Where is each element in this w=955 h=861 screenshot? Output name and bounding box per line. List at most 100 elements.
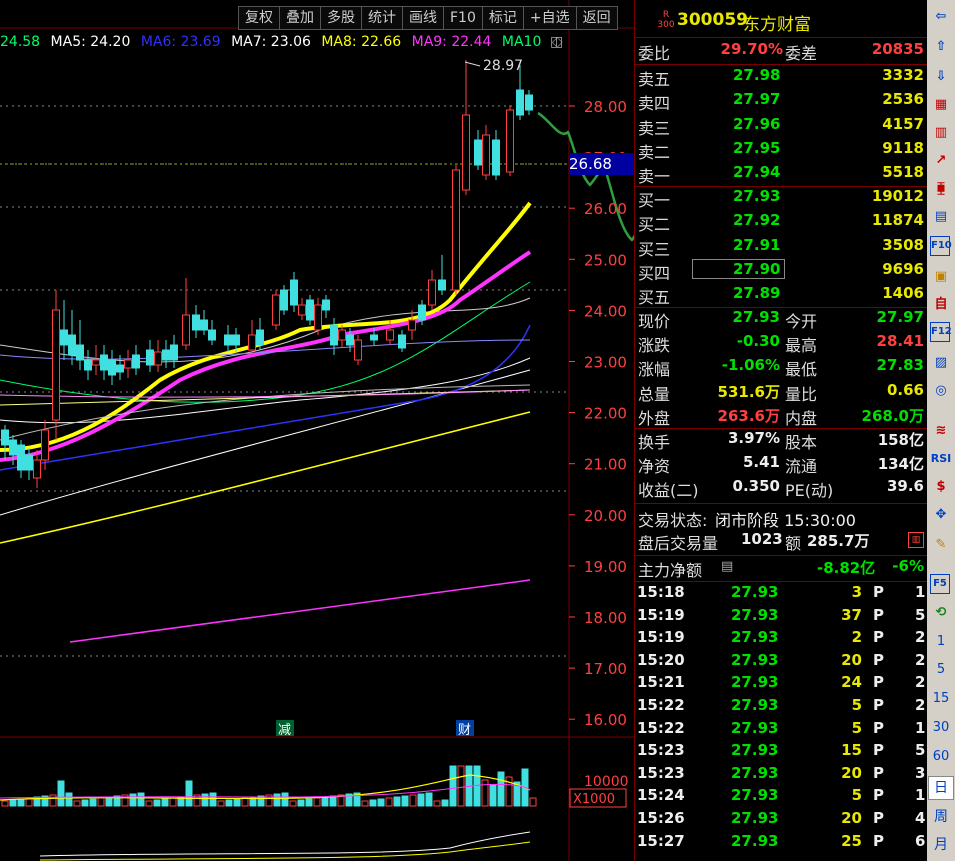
kline-icon[interactable]: ⧯ — [930, 178, 952, 200]
ask-price: 27.95 — [733, 138, 781, 157]
tick-volume: 25 — [841, 831, 862, 850]
tick-flag: P — [873, 605, 884, 624]
f10-icon[interactable]: F10 — [930, 236, 952, 256]
quote-row: 现价 27.93 今开 27.97 — [635, 308, 928, 332]
chart-toolbar: 复权 叠加 多股 统计 画线 F10 标记 +自选 返回 — [238, 6, 618, 30]
refresh-icon[interactable]: ◎ — [930, 380, 952, 402]
bid-row[interactable]: 买五 27.89 1406 — [635, 284, 928, 308]
tick-price: 27.93 — [731, 786, 779, 805]
overlay-button[interactable]: 叠加 — [279, 6, 320, 30]
ask-row[interactable]: 卖三 27.96 4157 — [635, 115, 928, 139]
quote-row: 涨幅 -1.06% 最低 27.83 — [635, 356, 928, 380]
add-watchlist-button[interactable]: +自选 — [522, 6, 576, 30]
volume-bar — [297, 799, 305, 807]
tick-time: 15:21 — [637, 673, 685, 692]
tick-volume: 24 — [841, 673, 862, 692]
volume-bar — [17, 798, 25, 807]
back-button[interactable]: 返回 — [575, 6, 618, 30]
arrow-down-icon[interactable]: ⇩ — [930, 66, 952, 88]
volume-bar — [529, 797, 537, 807]
tick-row: 15:24 27.93 5 P 1 — [635, 786, 928, 809]
stats-button[interactable]: 统计 — [361, 6, 402, 30]
dollar-icon[interactable]: $ — [930, 476, 952, 498]
fund-value: 134亿 — [877, 455, 924, 474]
fund-row: 换手 3.97% 股本 158亿 — [635, 429, 928, 453]
pencil-icon[interactable]: ✎ — [930, 534, 952, 556]
table-icon[interactable]: ▤ — [930, 206, 952, 228]
list-icon[interactable]: ▤ — [721, 559, 733, 574]
tick-flag: P — [873, 741, 884, 760]
move-icon[interactable]: ✥ — [930, 504, 952, 526]
quote-value: 27.83 — [876, 356, 924, 375]
bid-row[interactable]: 买一 27.93 19012 — [635, 187, 928, 211]
self-select-icon[interactable]: 自 — [930, 294, 952, 316]
fund-label: 换手 — [638, 433, 671, 452]
ask-price: 27.96 — [733, 114, 781, 133]
f5-icon[interactable]: F5 — [930, 574, 950, 594]
kline-chart[interactable]: 28.0027.0026.0025.0024.0023.0022.0021.00… — [0, 0, 634, 861]
volume-bar — [417, 793, 425, 807]
f10-button[interactable]: F10 — [443, 6, 482, 30]
tick-time: 15:27 — [637, 831, 685, 850]
ask-row[interactable]: 卖五 27.98 3332 — [635, 66, 928, 90]
mark-button[interactable]: 标记 — [481, 6, 523, 30]
candle-body — [41, 429, 49, 461]
period-15min[interactable]: 15 — [927, 691, 955, 706]
ratio-label: 委比 — [638, 44, 671, 63]
period-30min[interactable]: 30 — [927, 720, 955, 735]
window-icon[interactable]: ◫ — [550, 34, 563, 50]
indicator-icon[interactable]: ≋ — [930, 420, 952, 442]
draw-line-button[interactable]: 画线 — [402, 6, 443, 30]
news-icon[interactable]: ▣ — [930, 266, 952, 288]
fuquan-button[interactable]: 复权 — [238, 6, 279, 30]
tick-price: 27.93 — [731, 809, 779, 827]
ratio-row: 委比 29.70% 委差 20835 — [635, 40, 928, 64]
arrow-up-icon[interactable]: ⇧ — [930, 36, 952, 58]
ask-volume: 3332 — [882, 66, 924, 84]
candle-body — [1, 429, 9, 446]
fund-value: 3.97% — [727, 429, 780, 447]
period-5min[interactable]: 5 — [927, 662, 955, 677]
bid-row[interactable]: 买三 27.91 3508 — [635, 236, 928, 260]
bid-row[interactable]: 买四 27.90 9696 — [635, 258, 928, 284]
price-axis-label: 16.00 — [584, 711, 627, 729]
rsi-icon[interactable]: RSI — [930, 448, 952, 470]
bid-row[interactable]: 买二 27.92 11874 — [635, 211, 928, 235]
volume-bar — [137, 792, 145, 807]
volume-bar — [329, 795, 337, 807]
report-icon[interactable]: ▥ — [908, 532, 924, 548]
tick-volume: 5 — [851, 718, 862, 737]
tick-time: 15:20 — [637, 650, 685, 669]
tick-row: 15:26 27.93 20 P 4 — [635, 809, 928, 832]
ask-row[interactable]: 卖四 27.97 2536 — [635, 90, 928, 114]
f12-icon[interactable]: F12 — [930, 322, 952, 342]
ma-legend-item: 24.58 — [0, 34, 41, 50]
arrow-left-icon[interactable]: ⇦ — [930, 6, 952, 28]
tick-count: 4 — [915, 809, 926, 827]
candle-body — [33, 459, 41, 479]
candle-body — [170, 344, 178, 361]
tick-count: 2 — [915, 696, 926, 714]
fund-value: 5.41 — [742, 453, 780, 472]
report-list-icon[interactable]: ▦ — [930, 94, 952, 116]
ask-row[interactable]: 卖二 27.95 9118 — [635, 139, 928, 163]
tick-time: 15:22 — [637, 696, 685, 714]
volume-bar — [9, 799, 17, 807]
period-month[interactable]: 月 — [927, 834, 955, 854]
candle-body — [9, 439, 17, 456]
cycle-icon[interactable]: ⟲ — [930, 602, 952, 624]
period-day[interactable]: 日 — [928, 776, 954, 800]
volume-bar — [209, 792, 217, 807]
volume-bar — [225, 799, 233, 807]
fund-label: 净资 — [638, 457, 671, 477]
formula-icon[interactable]: ▨ — [930, 352, 952, 374]
high-price-label: 28.97 — [483, 58, 523, 74]
multi-stock-button[interactable]: 多股 — [320, 6, 361, 30]
line-chart-icon[interactable]: ↗ — [930, 150, 952, 172]
period-1min[interactable]: 1 — [927, 634, 955, 649]
grid-icon[interactable]: ▥ — [930, 122, 952, 144]
ask-row[interactable]: 卖一 27.94 5518 — [635, 163, 928, 187]
period-week[interactable]: 周 — [927, 806, 955, 826]
candle-body — [60, 329, 68, 346]
period-60min[interactable]: 60 — [927, 749, 955, 764]
